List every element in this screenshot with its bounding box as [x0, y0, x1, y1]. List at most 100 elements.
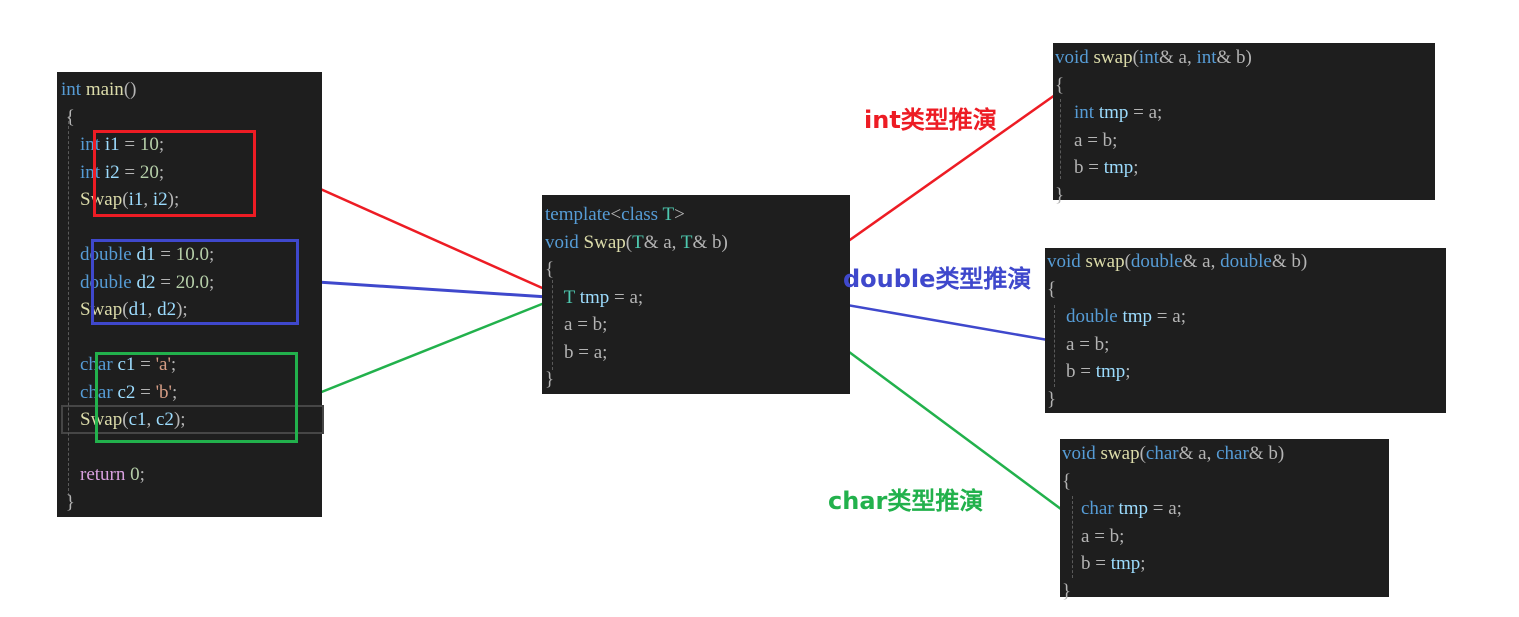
code-token: & — [1178, 443, 1199, 464]
code-line: { — [545, 256, 728, 284]
code-token: = — [1148, 498, 1169, 519]
code-token: & — [1216, 47, 1237, 68]
code-line: { — [61, 104, 214, 132]
double-code-panel: void swap(double& a, double& b){ double … — [1045, 248, 1446, 413]
code-line: b = tmp; — [1062, 550, 1284, 578]
code-token: { — [545, 259, 555, 280]
code-token: = — [573, 341, 594, 363]
code-line: b = tmp; — [1055, 154, 1252, 182]
code-token: tmp — [1110, 553, 1141, 574]
code-token: { — [1047, 278, 1057, 300]
code-token: tmp — [1098, 102, 1129, 123]
code-token: b — [564, 341, 574, 363]
code-token: } — [61, 491, 75, 513]
code-line: void swap(int& a, int& b) — [1055, 44, 1252, 72]
code-token: b — [1291, 251, 1301, 272]
code-line: } — [1055, 182, 1252, 210]
main-code-panel: int main() { int i1 = 10; int i2 = 20; S… — [57, 72, 324, 517]
code-token: double — [1220, 251, 1272, 272]
template-code: template<class T> void Swap(T& a, T& b){ … — [545, 201, 728, 394]
code-token: void — [545, 231, 579, 253]
code-token: tmp — [1095, 361, 1126, 382]
code-line: b = a; — [545, 339, 728, 367]
code-token: main — [85, 79, 124, 100]
code-token: } — [1047, 388, 1057, 410]
code-token: = — [1075, 361, 1096, 382]
code-token: tmp — [1118, 498, 1149, 519]
code-token: & — [1182, 251, 1203, 272]
code-token: } — [1055, 184, 1065, 206]
code-token: b — [1268, 443, 1278, 464]
code-token: ; — [602, 341, 608, 363]
code-token: = — [1082, 129, 1103, 151]
code-line: void Swap(T& a, T& b) — [545, 229, 728, 257]
code-token: = — [609, 286, 630, 308]
code-token: ) — [1277, 443, 1285, 464]
code-token: b — [1102, 129, 1113, 151]
code-token: & — [1271, 251, 1292, 272]
code-token: () — [123, 79, 137, 100]
char-deduction-label: char类型推演 — [828, 487, 984, 515]
code-line: double tmp = a; — [1047, 303, 1307, 331]
code-token: a — [1202, 251, 1211, 272]
code-token: } — [545, 369, 555, 390]
double-highlight-box — [91, 239, 299, 325]
code-token: swap — [1093, 47, 1133, 68]
code-token: void — [1062, 443, 1096, 464]
code-token: T — [662, 204, 675, 225]
code-line: int tmp = a; — [1055, 99, 1252, 127]
double-deduction-label: double类型推演 — [843, 265, 1032, 293]
code-token: = — [1089, 525, 1110, 547]
code-token: ; — [1119, 525, 1125, 547]
code-token: ) — [1300, 251, 1308, 272]
code-token: T — [563, 286, 575, 308]
code-token: a — [1178, 47, 1187, 68]
code-token: char — [1216, 443, 1249, 464]
code-token: b — [1109, 525, 1120, 547]
code-token: ) — [1245, 47, 1252, 68]
code-token: ; — [1104, 333, 1110, 355]
code-line: template<class T> — [545, 201, 728, 229]
code-line: a = b; — [1047, 331, 1307, 359]
code-token: ) — [721, 231, 728, 253]
code-token: a — [663, 231, 672, 253]
code-token: = — [1152, 306, 1173, 327]
code-line: return 0; — [61, 461, 214, 489]
code-token: char — [1145, 443, 1179, 464]
code-line: } — [545, 366, 728, 394]
code-token: double — [1066, 306, 1118, 327]
code-token: & — [692, 231, 712, 253]
code-token: ; — [139, 464, 145, 485]
code-token: { — [1055, 74, 1065, 96]
int-code-panel: void swap(int& a, int& b){ int tmp = a; … — [1053, 43, 1435, 206]
code-token: tmp — [1122, 306, 1153, 327]
code-token: 0 — [130, 464, 140, 485]
char-swap-code: void swap(char& a, char& b){ char tmp = … — [1062, 440, 1284, 605]
code-token: ; — [602, 314, 608, 335]
code-line: void swap(double& a, double& b) — [1047, 248, 1307, 276]
code-token: a — [1148, 102, 1158, 123]
code-token: double — [1130, 251, 1183, 272]
code-line: } — [1062, 578, 1284, 606]
code-token: a — [1168, 498, 1177, 519]
code-token: b — [1236, 47, 1246, 68]
code-token: b — [1066, 361, 1076, 382]
code-token: tmp — [579, 286, 610, 308]
code-token: ; — [1180, 306, 1186, 327]
code-token: ; — [1157, 102, 1163, 123]
code-token: , — [1206, 443, 1217, 464]
code-token: = — [1074, 333, 1095, 355]
